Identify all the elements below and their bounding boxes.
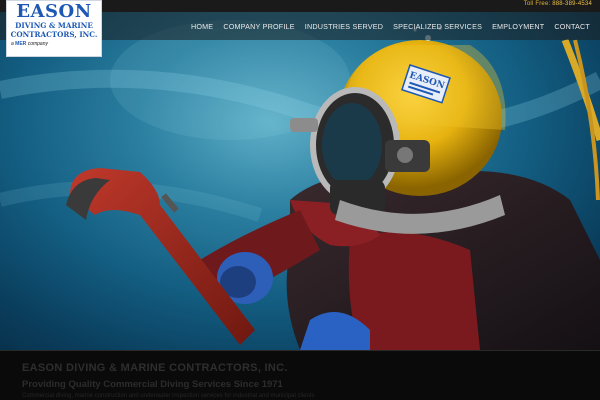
page: EASON Toll Free: 888-389-4534 HOME COMPA… xyxy=(0,0,600,400)
logo-tagline-suffix: company xyxy=(27,41,48,47)
logo-line-diving: DIVING & MARINE xyxy=(15,21,93,30)
intro-band: EASON DIVING & MARINE CONTRACTORS, INC. … xyxy=(0,350,600,400)
nav-home[interactable]: HOME xyxy=(191,22,213,31)
intro-heading: EASON DIVING & MARINE CONTRACTORS, INC. xyxy=(22,362,288,374)
toll-free-label: Toll Free: xyxy=(523,1,553,7)
nav-contact[interactable]: CONTACT xyxy=(554,22,590,31)
toll-free-phone[interactable]: Toll Free: 888-389-4534 xyxy=(524,1,592,7)
company-logo[interactable]: EASON DIVING & MARINE CONTRACTORS, INC. … xyxy=(6,0,102,57)
intro-detail: Commercial diving, marine construction a… xyxy=(22,393,315,399)
main-navigation: HOME COMPANY PROFILE INDUSTRIES SERVED S… xyxy=(191,12,590,40)
intro-subheading: Providing Quality Commercial Diving Serv… xyxy=(22,379,283,390)
nav-specialized-services[interactable]: SPECIALIZED SERVICES xyxy=(393,22,482,31)
toll-free-number[interactable]: 888-389-4534 xyxy=(552,1,592,7)
logo-tagline-brand: MER xyxy=(15,41,27,47)
nav-company-profile[interactable]: COMPANY PROFILE xyxy=(223,22,294,31)
nav-employment[interactable]: EMPLOYMENT xyxy=(492,22,544,31)
logo-tagline: a MER company xyxy=(7,41,101,47)
logo-tagline-prefix: a xyxy=(11,41,14,47)
logo-line-eason: EASON xyxy=(16,1,92,22)
nav-industries-served[interactable]: INDUSTRIES SERVED xyxy=(305,22,383,31)
logo-line-contractors: CONTRACTORS, INC. xyxy=(10,30,98,39)
